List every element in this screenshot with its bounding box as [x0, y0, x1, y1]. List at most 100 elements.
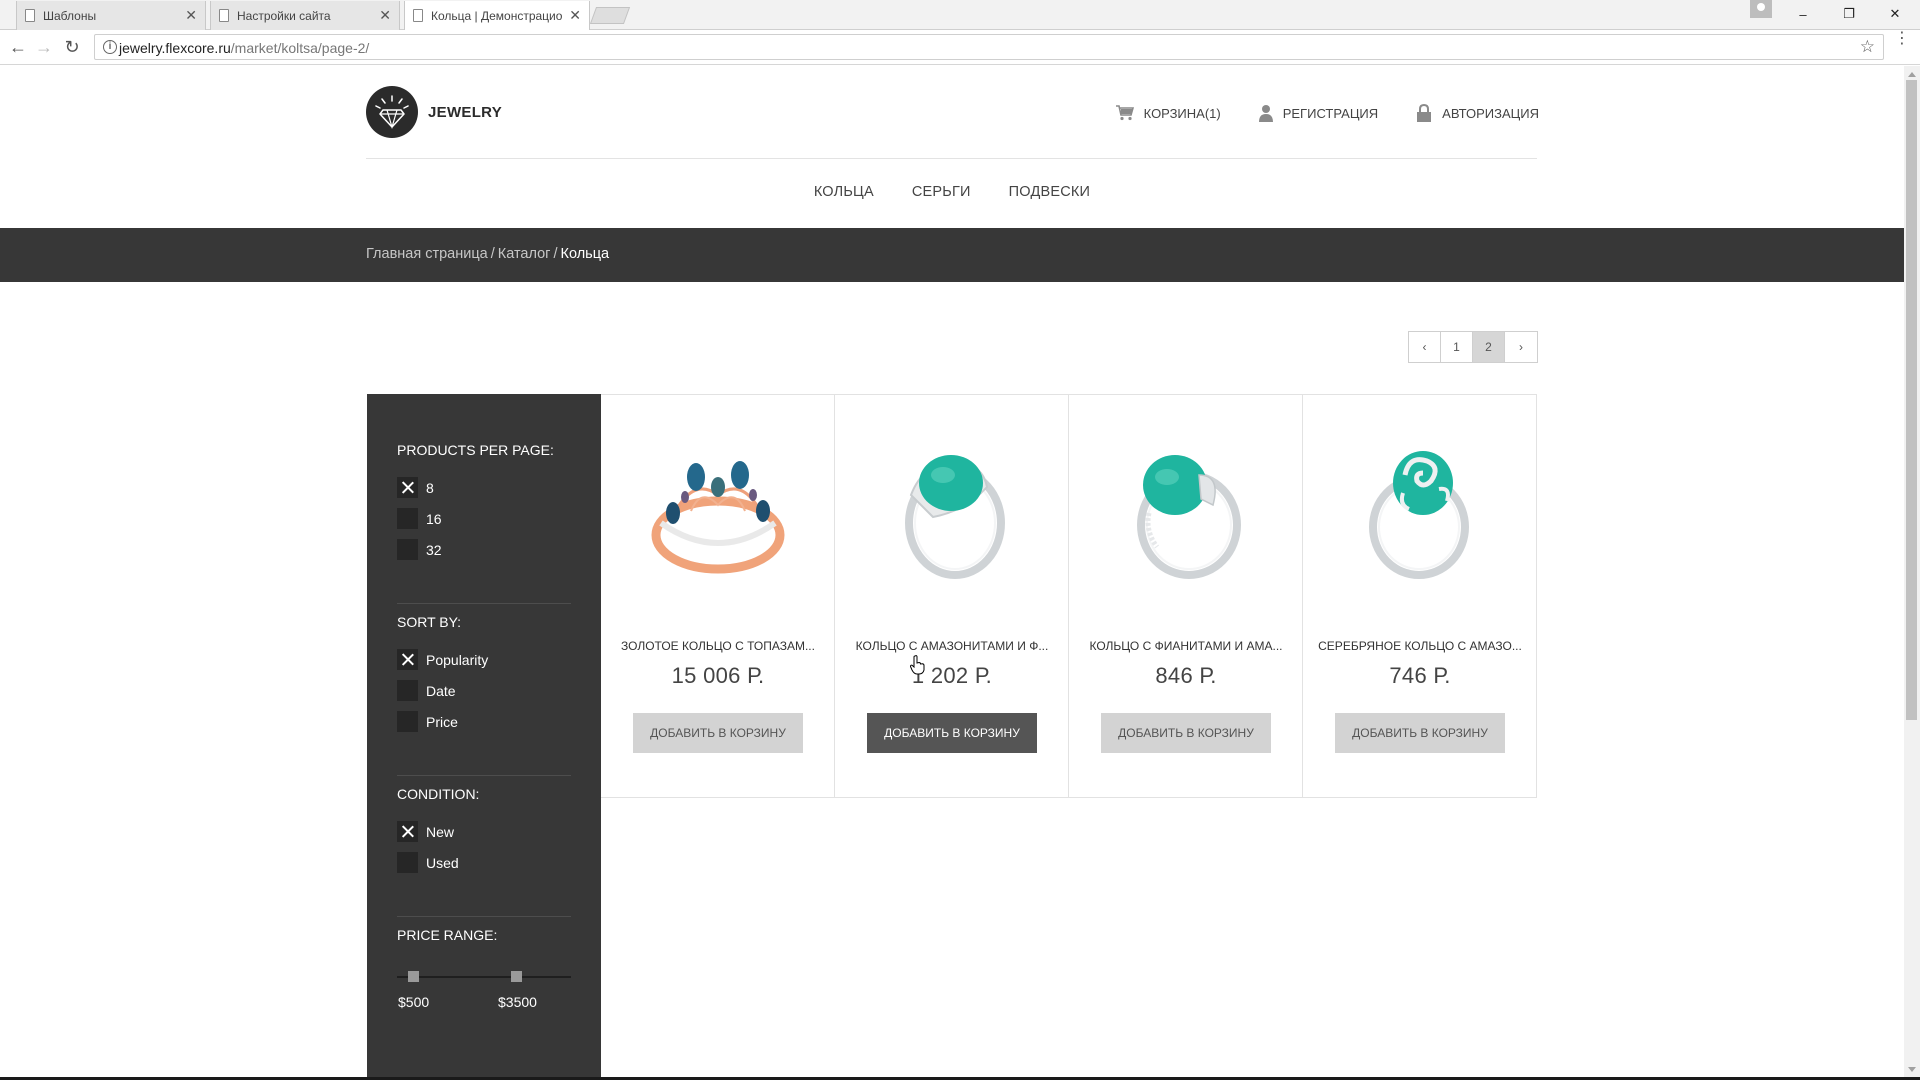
- filter-option[interactable]: Popularity: [397, 644, 571, 675]
- info-icon[interactable]: i: [103, 40, 117, 54]
- tab-close-icon[interactable]: ✕: [185, 7, 197, 23]
- bookmark-star-icon[interactable]: ☆: [1860, 37, 1875, 57]
- checkbox[interactable]: [397, 477, 418, 498]
- checkbox[interactable]: [397, 539, 418, 560]
- option-label: 8: [426, 479, 434, 496]
- register-link[interactable]: РЕГИСТРАЦИЯ: [1258, 104, 1379, 122]
- product-image-amazonite-ring-leaf[interactable]: [1109, 435, 1263, 585]
- filter-option[interactable]: Used: [397, 847, 571, 878]
- reload-icon[interactable]: ↻: [62, 37, 82, 57]
- url-path: /market/koltsa/page-2/: [230, 40, 370, 56]
- product-card: ЗОЛОТОЕ КОЛЬЦО С ТОПАЗАМ... 15 006 Р. ДО…: [601, 395, 835, 797]
- scrollbar-thumb[interactable]: [1906, 80, 1917, 720]
- checkbox[interactable]: [397, 821, 418, 842]
- price-range-min-handle[interactable]: [408, 971, 419, 982]
- forward-icon[interactable]: →: [34, 37, 54, 57]
- checkbox[interactable]: [397, 852, 418, 873]
- page-viewport: JEWELRY КОРЗИНА(1) РЕГИСТРАЦИЯ АВТОРИЗАЦ…: [0, 66, 1904, 1077]
- product-grid: ЗОЛОТОЕ КОЛЬЦО С ТОПАЗАМ... 15 006 Р. ДО…: [601, 394, 1537, 798]
- product-title[interactable]: СЕРЕБРЯНОЕ КОЛЬЦО С АМАЗО...: [1303, 639, 1537, 653]
- browser-tab-site-settings[interactable]: Настройки сайта ✕: [210, 1, 400, 30]
- new-tab-button[interactable]: [589, 7, 631, 24]
- pagination-prev-button[interactable]: ‹: [1409, 332, 1441, 362]
- price-range-min-label: $500: [398, 994, 430, 1010]
- tab-close-icon[interactable]: ✕: [379, 7, 391, 23]
- option-label: 32: [426, 541, 442, 558]
- breadcrumb-bar: Главная страница / Каталог / Кольца: [0, 228, 1904, 282]
- logo-text: JEWELRY: [428, 103, 503, 121]
- breadcrumb-home-link[interactable]: Главная страница: [366, 246, 488, 262]
- site-logo[interactable]: JEWELRY: [366, 86, 502, 138]
- filter-option[interactable]: New: [397, 816, 571, 847]
- price-range-max-handle[interactable]: [511, 971, 522, 982]
- breadcrumb: Главная страница / Каталог / Кольца: [366, 246, 609, 262]
- add-to-cart-button[interactable]: ДОБАВИТЬ В КОРЗИНУ: [1101, 713, 1271, 753]
- profile-icon[interactable]: [1750, 0, 1772, 18]
- option-label: Popularity: [426, 651, 489, 668]
- hand-cursor-icon: [909, 655, 926, 675]
- product-price: 846 Р.: [1155, 663, 1217, 688]
- tab-label: Кольца | Демонстрацио: [431, 9, 563, 23]
- tab-label: Настройки сайта: [237, 8, 331, 23]
- cart-label: КОРЗИНА(1): [1143, 105, 1221, 121]
- nav-item-earrings[interactable]: СЕРЬГИ: [912, 184, 971, 200]
- user-links: КОРЗИНА(1) РЕГИСТРАЦИЯ АВТОРИЗАЦИЯ: [1078, 103, 1539, 122]
- browser-tab-templates[interactable]: Шаблоны ✕: [16, 1, 206, 30]
- add-to-cart-button[interactable]: ДОБАВИТЬ В КОРЗИНУ: [1335, 713, 1505, 753]
- checkbox[interactable]: [397, 711, 418, 732]
- filter-option[interactable]: 32: [397, 534, 571, 565]
- page-icon: [413, 9, 423, 22]
- filter-sidebar: PRODUCTS PER PAGE: 8 16 32 SORT BY: Popu…: [367, 394, 601, 1077]
- scroll-down-arrow-icon[interactable]: [1908, 1067, 1916, 1072]
- nav-item-pendants[interactable]: ПОДВЕСКИ: [1009, 184, 1091, 200]
- product-price: 1 202 Р.: [911, 663, 993, 688]
- filter-option[interactable]: Date: [397, 675, 571, 706]
- checkbox[interactable]: [397, 508, 418, 529]
- filter-option[interactable]: Price: [397, 706, 571, 737]
- back-icon[interactable]: ←: [8, 37, 28, 57]
- filter-title: PRICE RANGE:: [397, 927, 498, 943]
- breadcrumb-catalog-link[interactable]: Каталог: [498, 246, 551, 262]
- pagination-page-2[interactable]: 2: [1473, 332, 1505, 362]
- browser-menu-icon[interactable]: ⋮: [1894, 31, 1910, 47]
- cart-link[interactable]: КОРЗИНА(1): [1115, 105, 1221, 121]
- lock-icon: [1416, 103, 1432, 122]
- checkbox[interactable]: [397, 680, 418, 701]
- product-title[interactable]: КОЛЬЦО С ФИАНИТАМИ И АМА...: [1069, 639, 1303, 653]
- filter-option[interactable]: 16: [397, 503, 571, 534]
- url-host: jewelry.flexcore.ru: [119, 40, 231, 56]
- scroll-up-arrow-icon[interactable]: [1908, 72, 1916, 77]
- add-to-cart-button[interactable]: ДОБАВИТЬ В КОРЗИНУ: [867, 713, 1037, 753]
- product-image-gold-crown-ring[interactable]: [641, 435, 795, 585]
- cart-icon: [1115, 105, 1134, 121]
- address-bar: ← → ↻ i jewelry.flexcore.ru/market/kolts…: [0, 30, 1920, 65]
- checkbox[interactable]: [397, 649, 418, 670]
- option-label: New: [426, 823, 455, 840]
- product-title[interactable]: ЗОЛОТОЕ КОЛЬЦО С ТОПАЗАМ...: [601, 639, 835, 653]
- main-navigation: КОЛЬЦА СЕРЬГИ ПОДВЕСКИ: [0, 184, 1904, 200]
- pagination-page-1[interactable]: 1: [1441, 332, 1473, 362]
- filter-group-sort: SORT BY: Popularity Date Price: [397, 614, 571, 737]
- restore-button[interactable]: ❐: [1826, 0, 1872, 28]
- product-image-amazonite-ring-swirl[interactable]: [1343, 435, 1497, 585]
- add-to-cart-button[interactable]: ДОБАВИТЬ В КОРЗИНУ: [633, 713, 803, 753]
- product-image-amazonite-ring-round[interactable]: [875, 435, 1029, 585]
- url-field[interactable]: i jewelry.flexcore.ru/market/koltsa/page…: [94, 34, 1884, 60]
- filter-divider: [397, 916, 571, 917]
- product-title[interactable]: КОЛЬЦО С АМАЗОНИТАМИ И Ф...: [835, 639, 1069, 653]
- pagination-next-button[interactable]: ›: [1505, 332, 1537, 362]
- login-label: АВТОРИЗАЦИЯ: [1442, 105, 1539, 121]
- tab-close-icon[interactable]: ✕: [569, 7, 581, 23]
- filter-group-per-page: PRODUCTS PER PAGE: 8 16 32: [397, 442, 571, 565]
- register-label: РЕГИСТРАЦИЯ: [1282, 105, 1379, 121]
- price-range-track[interactable]: [397, 976, 571, 978]
- close-window-button[interactable]: ✕: [1872, 0, 1918, 28]
- filter-option[interactable]: 8: [397, 472, 571, 503]
- nav-item-rings[interactable]: КОЛЬЦА: [814, 184, 874, 200]
- login-link[interactable]: АВТОРИЗАЦИЯ: [1416, 103, 1539, 122]
- product-price: 15 006 Р.: [671, 663, 765, 688]
- minimize-button[interactable]: –: [1780, 0, 1826, 28]
- product-card: КОЛЬЦО С ФИАНИТАМИ И АМА... 846 Р. ДОБАВ…: [1069, 395, 1303, 797]
- header-divider: [366, 158, 1537, 159]
- browser-tab-rings[interactable]: Кольца | Демонстрацио ✕: [404, 1, 590, 31]
